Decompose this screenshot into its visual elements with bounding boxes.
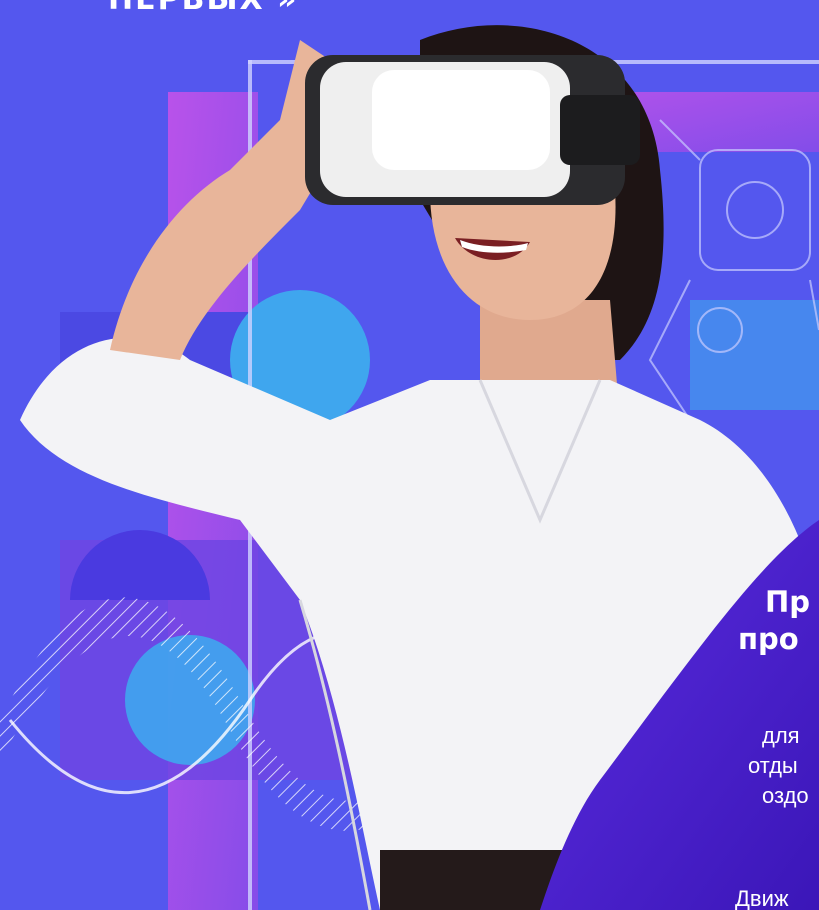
headline-text: ПЕРВЫХ » — [108, 0, 299, 17]
poster: ПЕРВЫХ » Пр про для отды оздо Движ — [0, 0, 819, 910]
poster-artwork — [0, 25, 819, 910]
